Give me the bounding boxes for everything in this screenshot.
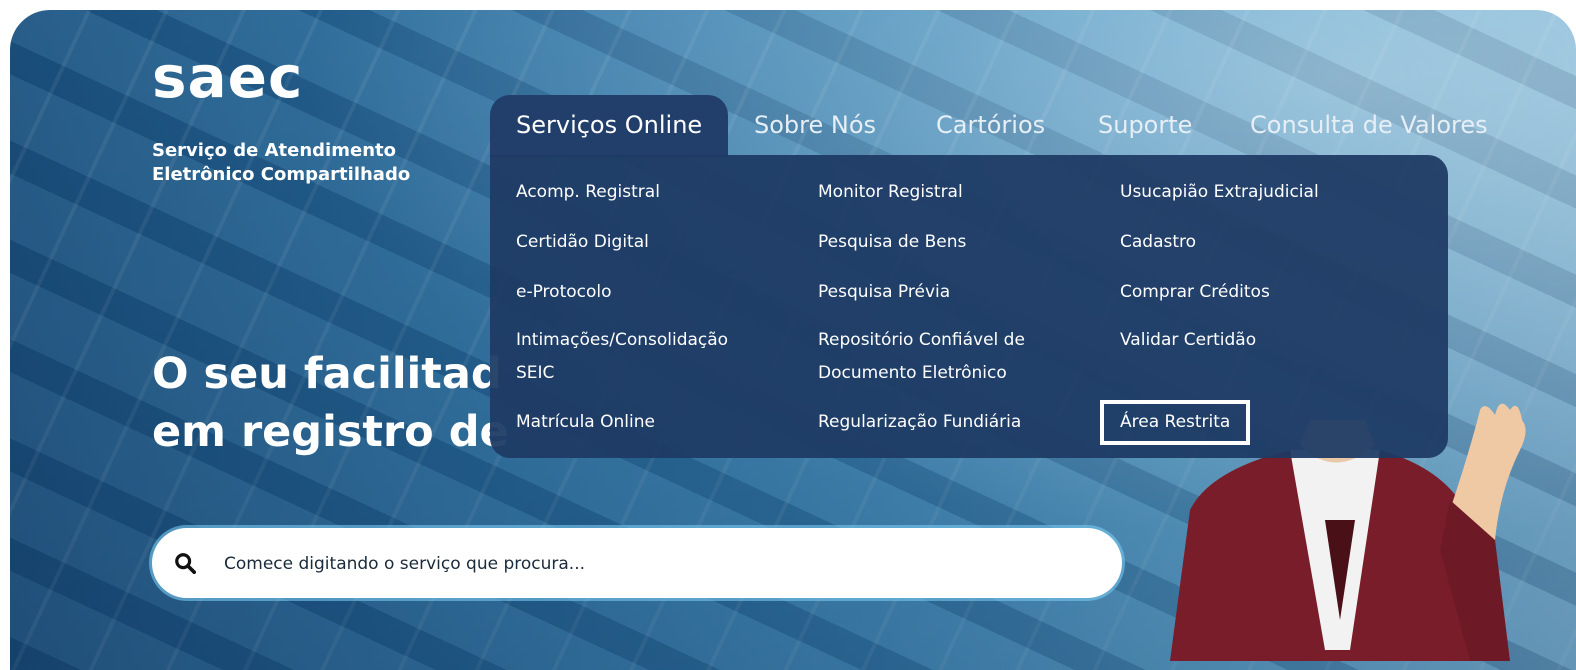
menu-validar-certidao[interactable]: Validar Certidão — [1120, 324, 1256, 357]
hero-heading: O seu facilitad em registro de — [152, 345, 509, 461]
menu-e-protocolo[interactable]: e-Protocolo — [516, 276, 612, 309]
hero-line-1: O seu facilitad — [152, 349, 502, 399]
nav-consulta-de-valores[interactable]: Consulta de Valores — [1250, 95, 1488, 157]
menu-intimacoes-consolidacao[interactable]: Intimações/Consolidação SEIC — [516, 324, 766, 390]
nav-servicos-online[interactable]: Serviços Online — [490, 95, 729, 157]
menu-regularizacao-fundiaria[interactable]: Regularização Fundiária — [818, 406, 1021, 439]
menu-acomp-registral[interactable]: Acomp. Registral — [516, 176, 660, 209]
tagline: Serviço de Atendimento Eletrônico Compar… — [152, 139, 410, 187]
search-icon — [175, 553, 196, 574]
menu-pesquisa-de-bens[interactable]: Pesquisa de Bens — [818, 226, 966, 259]
saec-logo[interactable]: saec — [152, 48, 303, 106]
menu-repositorio-confiavel[interactable]: Repositório Confiável de Documento Eletr… — [818, 324, 1068, 390]
menu-pesquisa-previa[interactable]: Pesquisa Prévia — [818, 276, 950, 309]
menu-monitor-registral[interactable]: Monitor Registral — [818, 176, 963, 209]
menu-matricula-online[interactable]: Matrícula Online — [516, 406, 655, 439]
search-bar[interactable] — [152, 528, 1122, 598]
menu-certidao-digital[interactable]: Certidão Digital — [516, 226, 649, 259]
nav-suporte[interactable]: Suporte — [1098, 95, 1192, 157]
hero-line-2: em registro de — [152, 407, 509, 457]
tagline-line-1: Serviço de Atendimento — [152, 140, 396, 161]
servicos-online-dropdown: Acomp. Registral Certidão Digital e-Prot… — [490, 155, 1448, 458]
search-input[interactable] — [222, 544, 1106, 584]
nav-sobre-nos[interactable]: Sobre Nós — [754, 95, 876, 157]
menu-area-restrita[interactable]: Área Restrita — [1099, 400, 1251, 445]
menu-cadastro[interactable]: Cadastro — [1120, 226, 1196, 259]
nav-cartorios[interactable]: Cartórios — [936, 95, 1045, 157]
tagline-line-2: Eletrônico Compartilhado — [152, 164, 411, 185]
menu-usucapiao-extrajudicial[interactable]: Usucapião Extrajudicial — [1120, 176, 1319, 209]
menu-comprar-creditos[interactable]: Comprar Créditos — [1120, 276, 1270, 309]
